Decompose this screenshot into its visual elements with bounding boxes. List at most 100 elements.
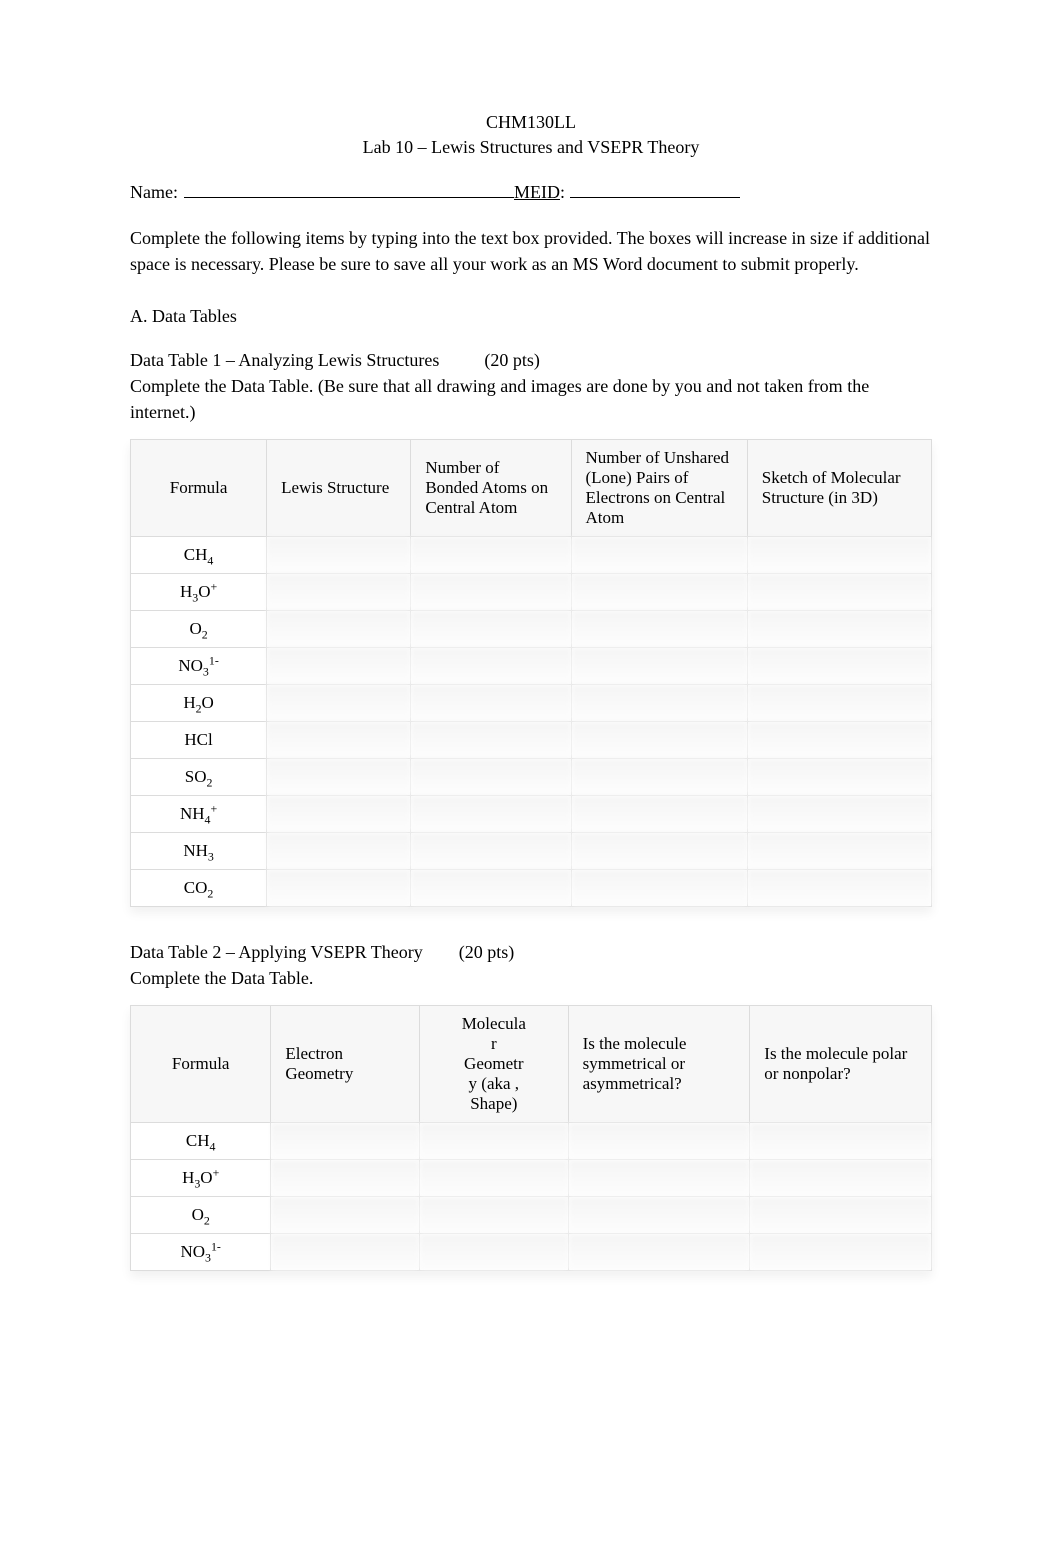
meid-input-line[interactable] xyxy=(570,183,740,198)
empty-cell[interactable] xyxy=(571,610,747,647)
table-row: O2 xyxy=(131,610,932,647)
empty-cell[interactable] xyxy=(750,1197,932,1234)
empty-cell[interactable] xyxy=(747,610,931,647)
empty-cell[interactable] xyxy=(411,610,571,647)
empty-cell[interactable] xyxy=(267,684,411,721)
empty-cell[interactable] xyxy=(411,869,571,906)
table2-heading: Data Table 2 – Applying VSEPR Theory (20… xyxy=(130,939,932,991)
t1-header-formula: Formula xyxy=(131,439,267,536)
data-table-2: Formula Electron Geometry MolecularGeome… xyxy=(130,1005,932,1271)
empty-cell[interactable] xyxy=(267,795,411,832)
table2-pts: (20 pts) xyxy=(459,942,515,962)
formula-cell: H3O+ xyxy=(131,1160,271,1197)
empty-cell[interactable] xyxy=(747,721,931,758)
empty-cell[interactable] xyxy=(571,869,747,906)
empty-cell[interactable] xyxy=(267,573,411,610)
formula-cell: NO31- xyxy=(131,1234,271,1271)
t2-header-polar: Is the molecule polar or nonpolar? xyxy=(750,1006,932,1123)
table-row: H3O+ xyxy=(131,573,932,610)
formula-cell: NO31- xyxy=(131,647,267,684)
empty-cell[interactable] xyxy=(411,795,571,832)
table-row: NO31- xyxy=(131,647,932,684)
empty-cell[interactable] xyxy=(747,869,931,906)
table-row: NH4+ xyxy=(131,795,932,832)
empty-cell[interactable] xyxy=(568,1234,750,1271)
empty-cell[interactable] xyxy=(571,832,747,869)
table-row: O2 xyxy=(131,1197,932,1234)
meid-colon: : xyxy=(560,182,565,203)
formula-cell: CO2 xyxy=(131,869,267,906)
empty-cell[interactable] xyxy=(411,536,571,573)
empty-cell[interactable] xyxy=(747,684,931,721)
lab-title: Lab 10 – Lewis Structures and VSEPR Theo… xyxy=(130,135,932,160)
table1-heading: Data Table 1 – Analyzing Lewis Structure… xyxy=(130,347,932,425)
empty-cell[interactable] xyxy=(419,1197,568,1234)
empty-cell[interactable] xyxy=(271,1123,420,1160)
t2-header-electron: Electron Geometry xyxy=(271,1006,420,1123)
empty-cell[interactable] xyxy=(419,1160,568,1197)
table-row: SO2 xyxy=(131,758,932,795)
empty-cell[interactable] xyxy=(568,1197,750,1234)
formula-cell: H2O xyxy=(131,684,267,721)
empty-cell[interactable] xyxy=(571,721,747,758)
empty-cell[interactable] xyxy=(750,1234,932,1271)
intro-paragraph: Complete the following items by typing i… xyxy=(130,225,932,277)
empty-cell[interactable] xyxy=(571,758,747,795)
table-row: H2O xyxy=(131,684,932,721)
empty-cell[interactable] xyxy=(411,832,571,869)
formula-cell: O2 xyxy=(131,610,267,647)
empty-cell[interactable] xyxy=(271,1160,420,1197)
empty-cell[interactable] xyxy=(419,1234,568,1271)
empty-cell[interactable] xyxy=(747,573,931,610)
table-row: HCl xyxy=(131,721,932,758)
empty-cell[interactable] xyxy=(571,647,747,684)
meid-label: MEID xyxy=(514,182,560,203)
name-row: Name: MEID: xyxy=(130,182,932,203)
table-row: NH3 xyxy=(131,832,932,869)
empty-cell[interactable] xyxy=(747,795,931,832)
empty-cell[interactable] xyxy=(267,832,411,869)
empty-cell[interactable] xyxy=(571,573,747,610)
empty-cell[interactable] xyxy=(747,832,931,869)
empty-cell[interactable] xyxy=(571,684,747,721)
t1-header-lewis: Lewis Structure xyxy=(267,439,411,536)
empty-cell[interactable] xyxy=(411,573,571,610)
empty-cell[interactable] xyxy=(271,1197,420,1234)
table-row: CO2 xyxy=(131,869,932,906)
empty-cell[interactable] xyxy=(419,1123,568,1160)
t2-header-formula: Formula xyxy=(131,1006,271,1123)
name-input-line[interactable] xyxy=(184,183,514,198)
empty-cell[interactable] xyxy=(411,684,571,721)
empty-cell[interactable] xyxy=(411,758,571,795)
empty-cell[interactable] xyxy=(568,1123,750,1160)
table2-instructions: Complete the Data Table. xyxy=(130,968,313,988)
empty-cell[interactable] xyxy=(747,647,931,684)
empty-cell[interactable] xyxy=(267,536,411,573)
empty-cell[interactable] xyxy=(747,758,931,795)
empty-cell[interactable] xyxy=(271,1234,420,1271)
table-row: CH4 xyxy=(131,536,932,573)
formula-cell: NH3 xyxy=(131,832,267,869)
empty-cell[interactable] xyxy=(267,610,411,647)
empty-cell[interactable] xyxy=(571,536,747,573)
empty-cell[interactable] xyxy=(267,721,411,758)
formula-cell: CH4 xyxy=(131,536,267,573)
t2-header-symm: Is the molecule symmetrical or asymmetri… xyxy=(568,1006,750,1123)
empty-cell[interactable] xyxy=(750,1123,932,1160)
empty-cell[interactable] xyxy=(267,647,411,684)
empty-cell[interactable] xyxy=(571,795,747,832)
course-code: CHM130LL xyxy=(130,110,932,135)
empty-cell[interactable] xyxy=(267,758,411,795)
t1-header-lone: Number of Unshared (Lone) Pairs of Elect… xyxy=(571,439,747,536)
empty-cell[interactable] xyxy=(568,1160,750,1197)
formula-cell: HCl xyxy=(131,721,267,758)
empty-cell[interactable] xyxy=(411,721,571,758)
t1-header-bonded: Number of Bonded Atoms on Central Atom xyxy=(411,439,571,536)
empty-cell[interactable] xyxy=(750,1160,932,1197)
data-table-1: Formula Lewis Structure Number of Bonded… xyxy=(130,439,932,907)
empty-cell[interactable] xyxy=(747,536,931,573)
table-row: H3O+ xyxy=(131,1160,932,1197)
empty-cell[interactable] xyxy=(411,647,571,684)
table-row: CH4 xyxy=(131,1123,932,1160)
empty-cell[interactable] xyxy=(267,869,411,906)
